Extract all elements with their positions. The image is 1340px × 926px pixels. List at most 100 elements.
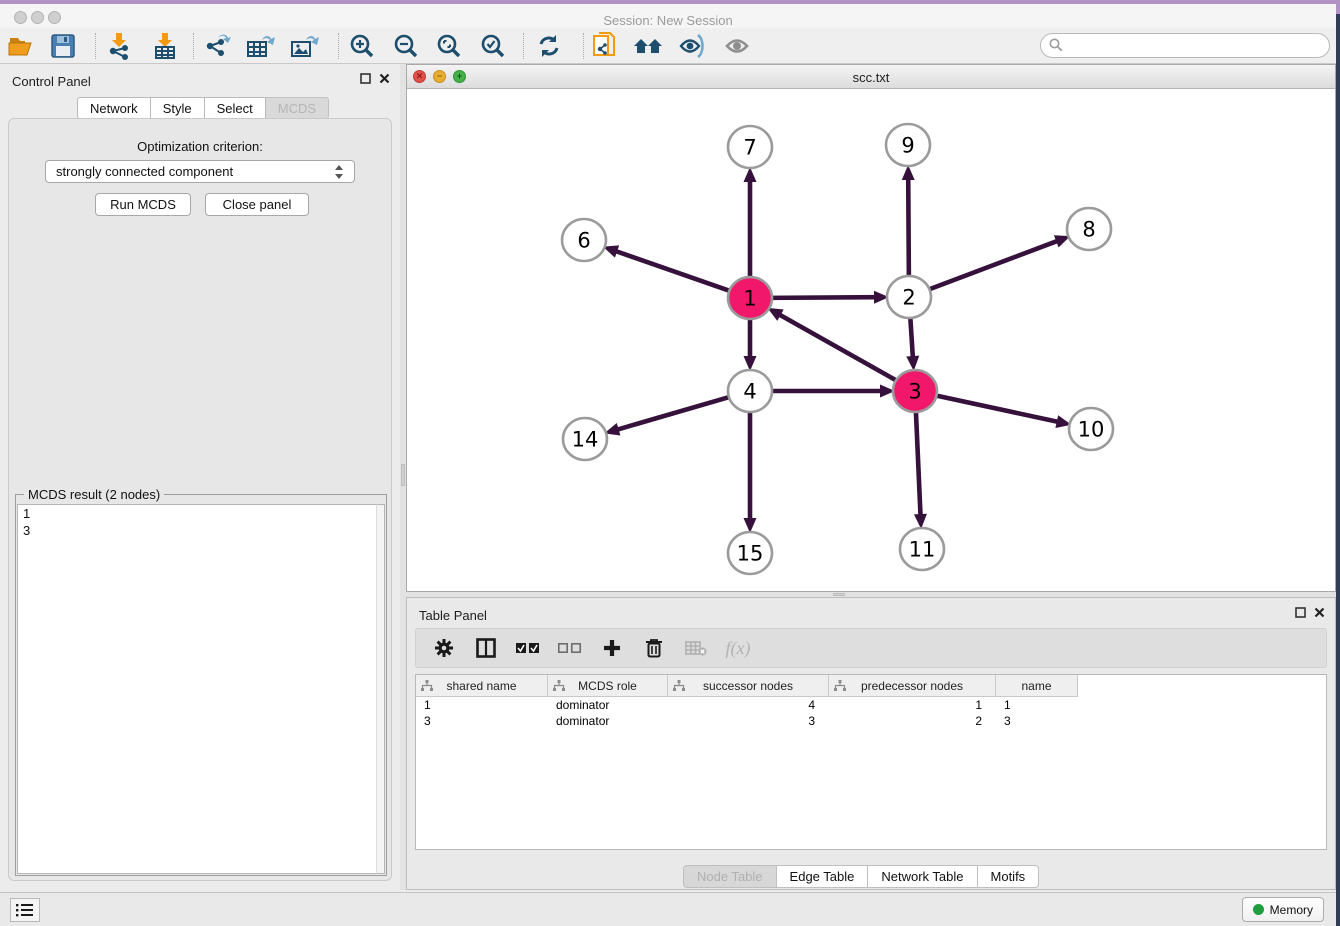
table-cell[interactable]: dominator [548, 713, 668, 729]
node-label-4: 4 [743, 380, 756, 404]
run-mcds-button[interactable]: Run MCDS [95, 193, 191, 216]
node-label-9: 9 [901, 134, 914, 158]
import-table-icon[interactable] [148, 30, 182, 62]
search-input[interactable] [1040, 33, 1330, 58]
node-label-2: 2 [902, 286, 915, 310]
table-cell[interactable]: 1 [996, 697, 1078, 713]
edge-3-11[interactable] [916, 410, 921, 516]
close-panel-icon[interactable] [379, 73, 390, 84]
clone-network-icon[interactable] [588, 30, 622, 62]
node-label-3: 3 [908, 380, 921, 404]
column-header-name[interactable]: name [996, 675, 1078, 697]
table-cell[interactable]: 3 [668, 713, 829, 729]
tab-select[interactable]: Select [205, 97, 266, 119]
edge-arrow-3-11 [914, 514, 927, 529]
task-history-button[interactable] [10, 898, 40, 922]
table-cell[interactable]: 3 [416, 713, 548, 729]
network-window-titlebar[interactable]: ✕ − + scc.txt [407, 65, 1335, 89]
open-session-icon[interactable] [5, 30, 39, 62]
column-interaction-icon [834, 680, 846, 692]
export-image-icon[interactable] [288, 30, 322, 62]
edge-3-10[interactable] [934, 395, 1059, 422]
save-session-icon[interactable] [46, 30, 80, 62]
memory-button[interactable]: Memory [1242, 897, 1324, 922]
show-all-networks-icon[interactable] [631, 30, 665, 62]
table-row[interactable]: 1dominator411 [416, 697, 1326, 713]
select-chevrons-icon [334, 164, 344, 180]
edge-1-2[interactable] [769, 297, 876, 298]
mcds-result-item: 3 [18, 522, 384, 539]
table-cell[interactable]: 4 [668, 697, 829, 713]
table-cell[interactable]: 3 [996, 713, 1078, 729]
tab-motifs[interactable]: Motifs [978, 865, 1040, 888]
toolbar-separator [338, 33, 339, 59]
tab-network-table[interactable]: Network Table [868, 865, 977, 888]
network-canvas[interactable]: 7968124314101511 [407, 89, 1335, 591]
node-label-7: 7 [743, 136, 756, 160]
import-network-icon[interactable] [102, 30, 136, 62]
float-panel-icon[interactable] [1295, 607, 1306, 618]
table-cell[interactable]: 1 [416, 697, 548, 713]
edge-2-8[interactable] [927, 241, 1058, 291]
main-toolbar [0, 28, 1336, 64]
node-table: shared nameMCDS rolesuccessor nodesprede… [415, 674, 1327, 850]
show-column-icon[interactable] [472, 634, 500, 662]
edge-2-9[interactable] [908, 178, 909, 278]
export-table-icon[interactable] [244, 30, 278, 62]
column-header-shared-name[interactable]: shared name [416, 675, 548, 697]
desktop-background-sliver [1336, 0, 1340, 926]
mcds-result-title: MCDS result (2 nodes) [24, 487, 164, 502]
zoom-fit-icon[interactable] [432, 30, 466, 62]
select-all-columns-icon[interactable] [514, 634, 542, 662]
table-cell[interactable]: 2 [829, 713, 996, 729]
close-panel-button[interactable]: Close panel [205, 193, 309, 216]
edge-1-6[interactable] [615, 251, 732, 292]
mcds-result-list[interactable]: 13 [17, 504, 385, 874]
zoom-in-icon[interactable] [345, 30, 379, 62]
node-label-11: 11 [909, 538, 936, 562]
zoom-out-icon[interactable] [389, 30, 423, 62]
edge-4-14[interactable] [617, 396, 732, 429]
tab-mcds[interactable]: MCDS [266, 97, 329, 119]
app-titlebar: Session: New Session [0, 4, 1336, 28]
window-title: Session: New Session [0, 13, 1336, 28]
edge-2-3[interactable] [910, 316, 913, 358]
settings-gear-icon[interactable] [430, 634, 458, 662]
tab-style[interactable]: Style [151, 97, 205, 119]
table-cell[interactable]: dominator [548, 697, 668, 713]
show-graphics-details-icon[interactable] [720, 30, 754, 62]
float-panel-icon[interactable] [360, 73, 371, 84]
splitter-grip[interactable] [833, 593, 845, 596]
mcds-result-scrollbar[interactable] [376, 504, 385, 874]
column-header-predecessor-nodes[interactable]: predecessor nodes [829, 675, 996, 697]
close-panel-icon[interactable] [1314, 607, 1325, 618]
splitter-grip[interactable] [401, 464, 405, 486]
delete-column-icon[interactable] [640, 634, 668, 662]
optimization-criterion-select[interactable]: strongly connected component [45, 160, 355, 183]
memory-status-icon [1253, 904, 1264, 915]
table-toolbar: f(x) [415, 628, 1327, 668]
table-row[interactable]: 3dominator323 [416, 713, 1326, 729]
table-cell[interactable]: 1 [829, 697, 996, 713]
tab-edge-table[interactable]: Edge Table [777, 865, 869, 888]
column-interaction-icon [421, 680, 433, 692]
edge-3-1[interactable] [779, 314, 899, 381]
tab-network[interactable]: Network [77, 97, 151, 119]
tab-node-table[interactable]: Node Table [683, 865, 777, 888]
list-icon [16, 903, 34, 917]
toolbar-separator [193, 33, 194, 59]
unselect-all-columns-icon[interactable] [556, 634, 584, 662]
column-header-successor-nodes[interactable]: successor nodes [668, 675, 829, 697]
table-header: shared nameMCDS rolesuccessor nodesprede… [416, 675, 1078, 697]
hide-graphics-details-icon[interactable] [675, 30, 709, 62]
add-column-icon[interactable] [598, 634, 626, 662]
export-network-icon[interactable] [201, 30, 235, 62]
network-graph[interactable]: 7968124314101511 [407, 89, 1335, 591]
network-title: scc.txt [407, 70, 1335, 85]
optimization-criterion-label: Optimization criterion: [9, 139, 391, 154]
column-header-MCDS-role[interactable]: MCDS role [548, 675, 668, 697]
node-label-8: 8 [1082, 218, 1095, 242]
zoom-selected-icon[interactable] [476, 30, 510, 62]
toolbar-separator [523, 33, 524, 59]
refresh-icon[interactable] [532, 30, 566, 62]
